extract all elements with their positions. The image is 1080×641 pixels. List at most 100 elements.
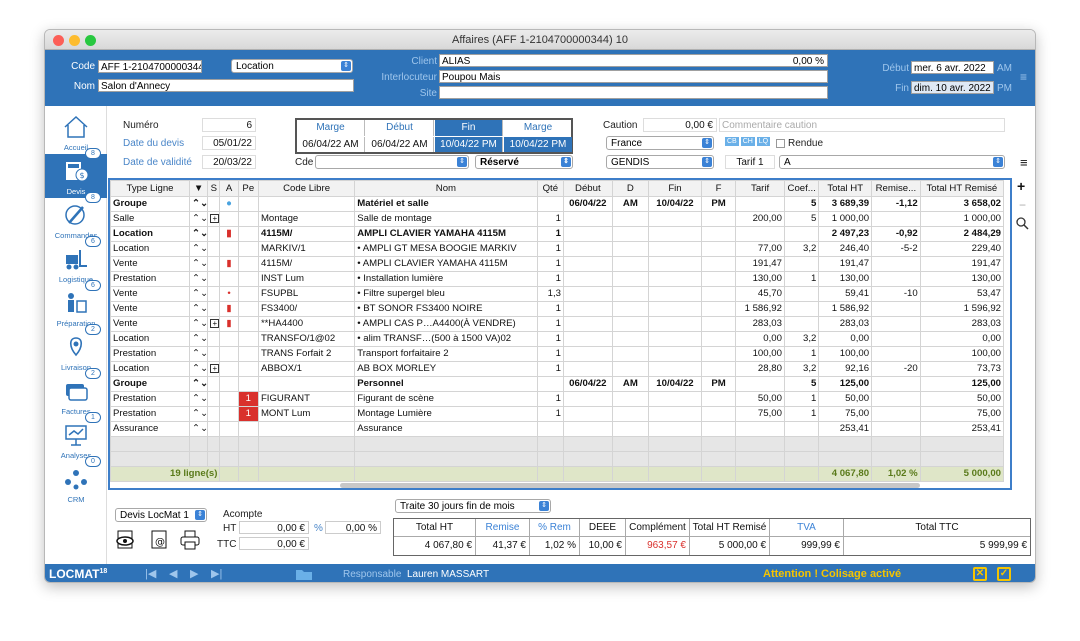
cell-f[interactable] [700,256,737,272]
cell-code-libre[interactable]: FSUPBL [257,286,356,302]
cell-s[interactable]: + [207,316,221,332]
print-icon[interactable] [179,530,201,550]
cell-pe[interactable] [237,226,259,242]
cell-tarif[interactable]: 130,00 [735,271,785,287]
cell-remise[interactable] [871,331,921,347]
payment-terms-select[interactable]: Traite 30 jours fin de mois ⇕ [395,499,551,513]
fin-date-field[interactable]: dim. 10 avr. 2022 [911,81,994,94]
cell-d[interactable] [611,226,650,242]
cell-debut[interactable] [563,421,613,437]
col-qte[interactable]: Qté [536,180,565,197]
cell-d[interactable] [611,316,650,332]
cell-qte[interactable]: 1 [536,316,565,332]
cell-s[interactable] [207,256,221,272]
cell-fin[interactable] [648,331,702,347]
cell-d[interactable] [611,346,650,362]
cell-coef[interactable]: 1 [783,391,820,407]
cell-stepper[interactable]: ⌃⌄ [189,346,209,362]
cell-d[interactable]: AM [611,376,650,392]
cell-f[interactable] [700,301,737,317]
caution-field[interactable]: 0,00 € [643,118,717,132]
debut-value[interactable]: 06/04/22 AM [366,137,434,152]
cell-qte[interactable]: 1 [536,346,565,362]
cell-code-libre[interactable] [257,196,356,212]
cell-s[interactable] [207,421,221,437]
cell-stepper[interactable]: ⌃⌄ [189,196,209,212]
cell-coef[interactable] [783,421,820,437]
preview-icon[interactable] [115,530,137,550]
cell-type-ligne[interactable]: Salle [110,211,191,227]
cell-fin[interactable] [648,406,702,422]
cell-debut[interactable] [563,271,613,287]
cell-tarif[interactable] [735,226,785,242]
cell-stepper[interactable]: ⌃⌄ [189,256,209,272]
table-row[interactable]: Location ⌃⌄ + ABBOX/1 AB BOX MORLEY 1 28,80 3,2… [110,361,1005,377]
cell-remise[interactable] [871,421,921,437]
cell-stepper[interactable]: ⌃⌄ [189,331,209,347]
cell-tarif[interactable]: 1 586,92 [735,301,785,317]
cell-qte[interactable]: 1 [536,361,565,377]
cell-qte[interactable] [536,421,565,437]
cell-d[interactable] [611,286,650,302]
cell-code-libre[interactable]: MONT Lum [257,406,356,422]
cell-qte[interactable]: 1 [536,256,565,272]
cell-f[interactable] [700,406,737,422]
table-row[interactable]: Location ⌃⌄ ▮ 4115M/AMPLI CLAVIER YAMAHA 41… [110,226,1005,242]
validate-icon[interactable]: ✓ [997,567,1011,581]
cell-stepper[interactable]: ⌃⌄ [189,226,209,242]
cell-qte[interactable]: 1 [536,211,565,227]
cell-s[interactable] [207,241,221,257]
cell-type-ligne[interactable]: Location [110,241,191,257]
cell-coef[interactable]: 3,2 [783,331,820,347]
cell-fin[interactable] [648,271,702,287]
table-row[interactable]: Vente ⌃⌄ • FSUPBL • Filtre supergel bleu 1,3 4… [110,286,1005,302]
cell-tarif[interactable]: 77,00 [735,241,785,257]
cell-pe[interactable] [237,241,259,257]
cell-s[interactable] [207,331,221,347]
cell-qte[interactable]: 1,3 [536,286,565,302]
col-a[interactable]: A [219,180,239,197]
cell-remise[interactable] [871,211,921,227]
tag-lq[interactable]: LQ [756,137,771,146]
col-nom[interactable]: Nom [354,180,538,197]
cell-qte[interactable]: 1 [536,301,565,317]
cell-qte[interactable]: 1 [536,241,565,257]
previous-record-icon[interactable]: ◀ [169,567,177,580]
cell-nom[interactable]: Salle de montage [354,211,538,227]
table-row[interactable]: Vente ⌃⌄ ▮ 4115M/• AMPLI CLAVIER YAMAHA 411… [110,256,1005,272]
col-d[interactable]: D [611,180,650,197]
cell-coef[interactable]: 5 [783,376,820,392]
cell-f[interactable] [700,286,737,302]
cell-d[interactable] [611,406,650,422]
cell-type-ligne[interactable]: Assurance [110,421,191,437]
marge-fin-value[interactable]: 10/04/22 PM [504,137,572,152]
marge-debut-value[interactable]: 06/04/22 AM [297,137,365,152]
cell-pe[interactable] [237,361,259,377]
expand-box-icon[interactable]: + [210,213,219,223]
cell-tarif[interactable]: 28,80 [735,361,785,377]
cell-stepper[interactable]: ⌃⌄ [189,406,209,422]
cell-code-libre[interactable]: MARKIV/1 [257,241,356,257]
cell-nom[interactable]: • BT SONOR FS3400 NOIRE [354,301,538,317]
cell-pe[interactable] [237,256,259,272]
cell-qte[interactable]: 1 [536,226,565,242]
cell-tarif[interactable] [735,196,785,212]
table-row[interactable]: Prestation ⌃⌄ INST Lum • Installation lumiè… [110,271,1005,287]
table-row[interactable]: Prestation ⌃⌄ 1 MONT Lum Montage Lumière 1 75,… [110,406,1005,422]
totals-value-total-ht-remise[interactable]: 5 000,00 € [690,537,770,555]
col-f[interactable]: F [700,180,737,197]
cell-qte[interactable]: 1 [536,331,565,347]
cell-type-ligne[interactable]: Prestation [110,391,191,407]
sidebar-item-devis[interactable]: 8 $ Devis [45,148,107,198]
cell-tarif[interactable]: 50,00 [735,391,785,407]
expand-box-icon[interactable]: + [210,363,219,373]
col-fin[interactable]: Fin [648,180,702,197]
cell-code-libre[interactable]: TRANSFO/1@02 [257,331,356,347]
cell-fin[interactable]: 10/04/22 [648,376,702,392]
col-coef[interactable]: Coef... [783,180,820,197]
table-row[interactable]: Assurance ⌃⌄ Assurance 253,41 253,41 [110,421,1005,437]
devis-model-select[interactable]: Devis LocMat 1 ⇕ [115,508,207,522]
cell-stepper[interactable]: ⌃⌄ [189,376,209,392]
cell-remise[interactable] [871,301,921,317]
cell-d[interactable] [611,301,650,317]
